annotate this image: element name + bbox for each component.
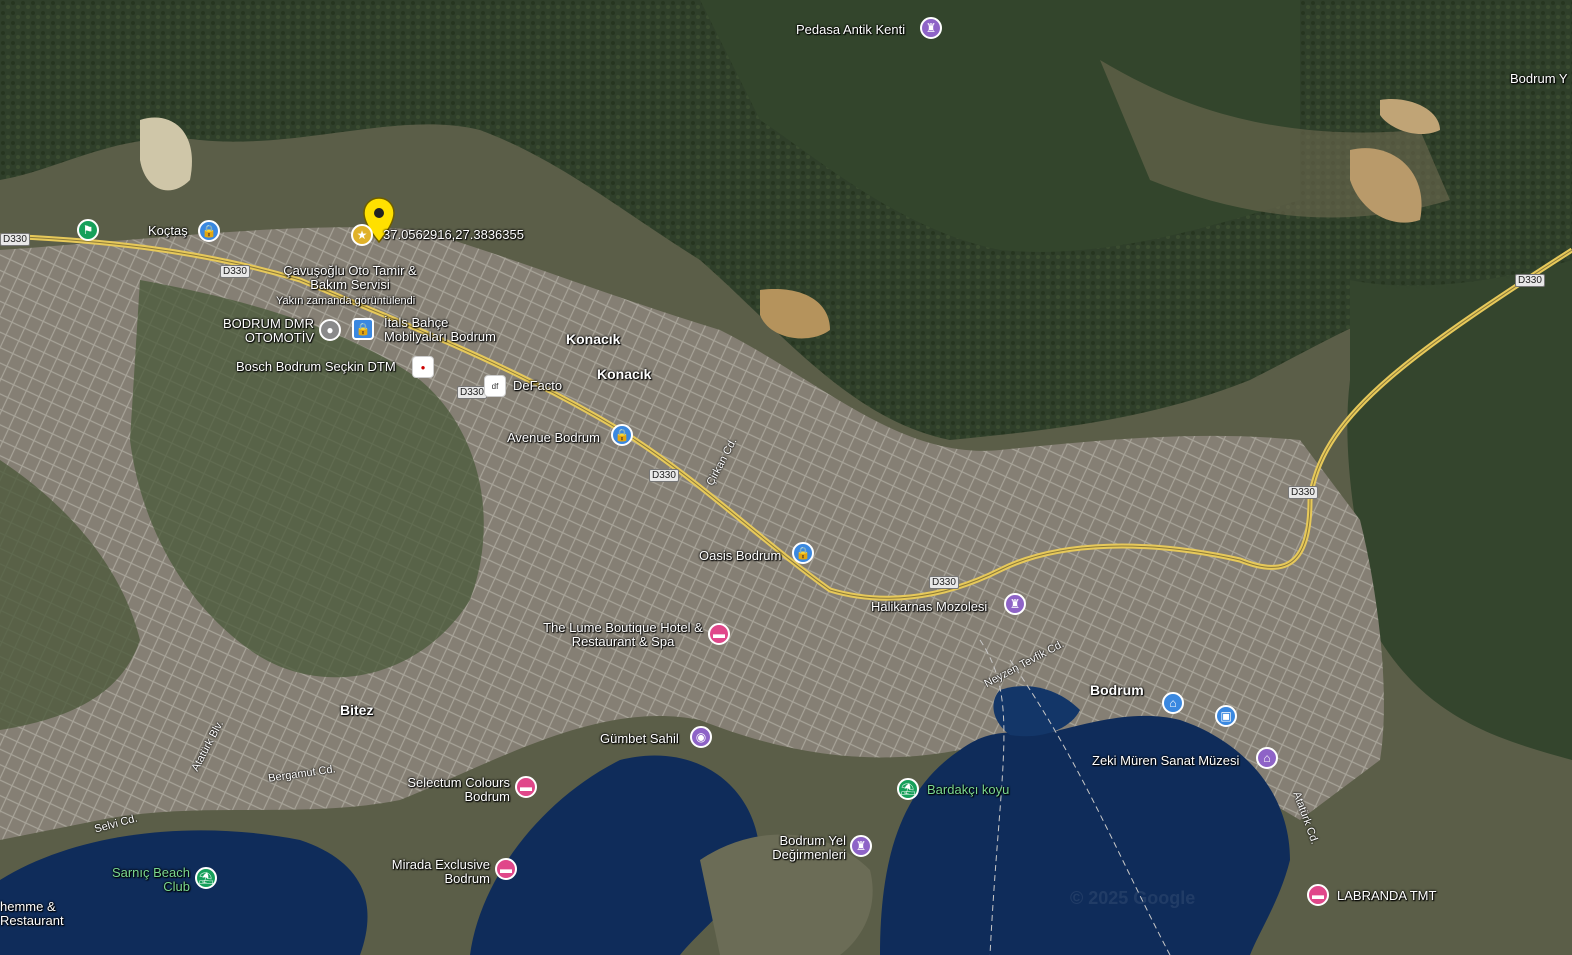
flag-icon[interactable]: ⚑ bbox=[77, 219, 99, 241]
place-label-cavusoglu[interactable]: Çavuşoğlu Oto Tamir & Bakım Servisi bbox=[280, 264, 420, 292]
hotel-icon[interactable]: ▬ bbox=[708, 623, 730, 645]
place-label-selectum[interactable]: Selectum Colours Bodrum bbox=[400, 776, 510, 804]
place-label-labranda[interactable]: LABRANDA TMT bbox=[1337, 889, 1436, 903]
camera-icon[interactable]: ◉ bbox=[690, 726, 712, 748]
place-label-koctas[interactable]: Koçtaş bbox=[148, 224, 188, 238]
shopping-icon[interactable]: 🔒 bbox=[792, 542, 814, 564]
shopping-icon[interactable]: 🔒 bbox=[611, 424, 633, 446]
area-label-konacik: Konacık bbox=[597, 366, 652, 382]
map-imagery bbox=[0, 0, 1572, 955]
star-icon[interactable]: ★ bbox=[351, 224, 373, 246]
logo-icon[interactable]: df bbox=[484, 375, 506, 397]
place-label-oasis[interactable]: Oasis Bodrum bbox=[699, 549, 781, 563]
place-label-bosch[interactable]: Bosch Bodrum Seçkin DTM bbox=[236, 360, 396, 374]
map-watermark: © 2025 Google bbox=[1070, 888, 1196, 908]
home-icon[interactable]: ⌂ bbox=[1162, 692, 1184, 714]
logo-icon[interactable]: ● bbox=[412, 356, 434, 378]
area-label-bodrum: Bodrum bbox=[1090, 682, 1144, 698]
road-shield-d330: D330 bbox=[1515, 274, 1545, 287]
recently-viewed-label: Yakın zamanda görüntülendi bbox=[276, 295, 416, 307]
shopping-icon[interactable]: 🔒 bbox=[352, 318, 374, 340]
place-label-hemme[interactable]: hemme & Restaurant bbox=[0, 900, 90, 928]
monument-icon[interactable]: ♜ bbox=[920, 17, 942, 39]
monument-icon[interactable]: ♜ bbox=[1004, 593, 1026, 615]
place-label-mirada[interactable]: Mirada Exclusive Bodrum bbox=[380, 858, 490, 886]
area-label-konacik: Konacık bbox=[566, 331, 621, 347]
place-label-yel[interactable]: Bodrum Yel Değirmenleri bbox=[760, 834, 846, 862]
place-label-avenue[interactable]: Avenue Bodrum bbox=[507, 431, 600, 445]
road-shield-d330: D330 bbox=[220, 265, 250, 278]
road-shield-d330: D330 bbox=[649, 469, 679, 482]
place-label-itals[interactable]: İtals Bahçe Mobilyaları Bodrum bbox=[384, 316, 514, 344]
satellite-map[interactable]: D330 D330 D330 D330 D330 D330 D330 Çirka… bbox=[0, 0, 1572, 955]
museum-icon[interactable]: ⌂ bbox=[1256, 747, 1278, 769]
monument-icon[interactable]: ♜ bbox=[850, 835, 872, 857]
place-label-gumbet[interactable]: Gümbet Sahil bbox=[600, 732, 679, 746]
place-label-bodrum-dmr[interactable]: BODRUM DMR OTOMOTİV bbox=[216, 317, 314, 345]
hotel-icon[interactable]: ▬ bbox=[495, 858, 517, 880]
road-shield-d330: D330 bbox=[1288, 486, 1318, 499]
place-label-halikarnas[interactable]: Halikarnas Mozolesi bbox=[871, 600, 987, 614]
area-label-bitez: Bitez bbox=[340, 702, 374, 718]
hotel-icon[interactable]: ▬ bbox=[1307, 884, 1329, 906]
place-label-pedasa[interactable]: Pedasa Antik Kenti bbox=[796, 23, 905, 37]
road-shield-d330: D330 bbox=[0, 233, 30, 246]
place-label-defacto[interactable]: DeFacto bbox=[513, 379, 562, 393]
place-label-bardakci[interactable]: Bardakçı koyu bbox=[927, 783, 1009, 797]
place-label-sarnic[interactable]: Sarnıç Beach Club bbox=[110, 866, 190, 894]
selected-pin-coordinates[interactable]: 37.0562916,27.3836355 bbox=[383, 228, 524, 242]
place-icon[interactable]: ● bbox=[319, 319, 341, 341]
place-label-lume[interactable]: The Lume Boutique Hotel & Restaurant & S… bbox=[540, 621, 706, 649]
place-label-bodrum-y[interactable]: Bodrum Y bbox=[1510, 72, 1568, 86]
hotel-icon[interactable]: ▬ bbox=[515, 776, 537, 798]
shopping-icon[interactable]: 🔒 bbox=[198, 220, 220, 242]
road-shield-d330: D330 bbox=[929, 576, 959, 589]
briefcase-icon[interactable]: ▣ bbox=[1215, 705, 1237, 727]
beach-icon[interactable]: ⛱ bbox=[195, 867, 217, 889]
road-shield-d330: D330 bbox=[457, 386, 487, 399]
place-label-zeki[interactable]: Zeki Müren Sanat Müzesi bbox=[1092, 754, 1239, 768]
beach-icon[interactable]: ⛱ bbox=[897, 778, 919, 800]
